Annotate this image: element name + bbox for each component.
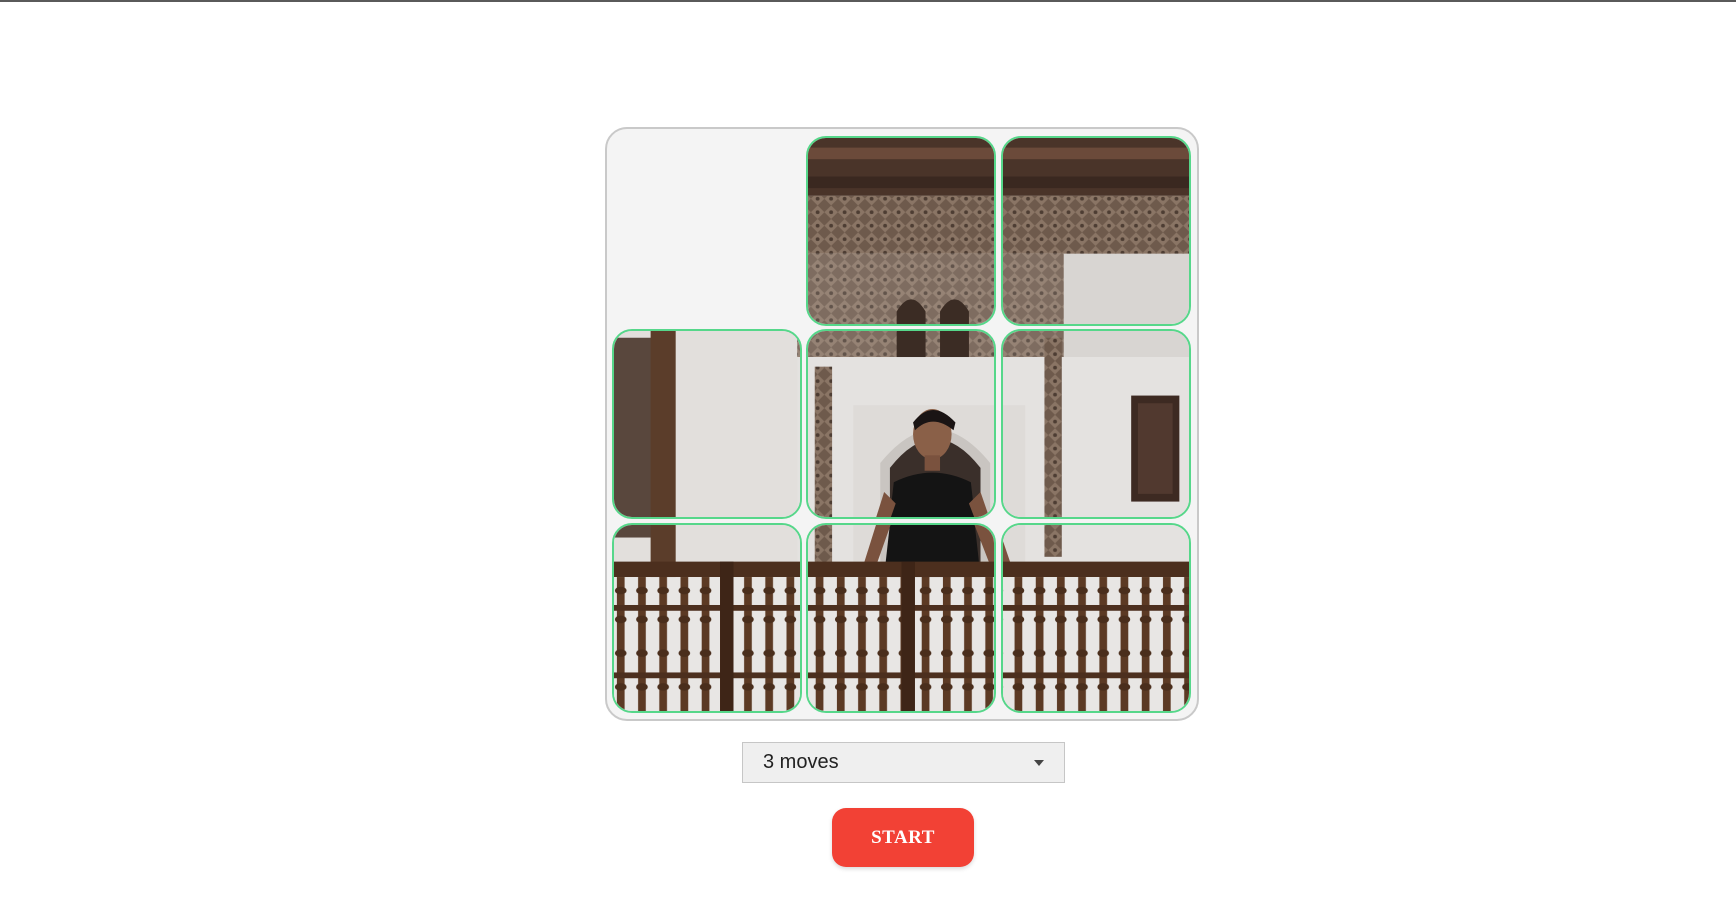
start-button[interactable]: START bbox=[832, 808, 974, 867]
caret-down-icon bbox=[1034, 759, 1044, 766]
puzzle-tile[interactable] bbox=[1001, 136, 1191, 326]
puzzle-tile[interactable] bbox=[612, 329, 802, 519]
moves-select[interactable]: 3 moves bbox=[742, 742, 1065, 783]
puzzle-tile[interactable] bbox=[1001, 329, 1191, 519]
puzzle-tile[interactable] bbox=[806, 329, 996, 519]
puzzle-tile[interactable] bbox=[806, 523, 996, 713]
puzzle-tile[interactable] bbox=[806, 136, 996, 326]
empty-slot bbox=[614, 136, 804, 326]
moves-select-value: 3 moves bbox=[763, 751, 839, 773]
puzzle-tile[interactable] bbox=[612, 523, 802, 713]
controls: 3 moves bbox=[742, 742, 1065, 783]
puzzle-tile[interactable] bbox=[1001, 523, 1191, 713]
top-divider bbox=[0, 0, 1736, 2]
